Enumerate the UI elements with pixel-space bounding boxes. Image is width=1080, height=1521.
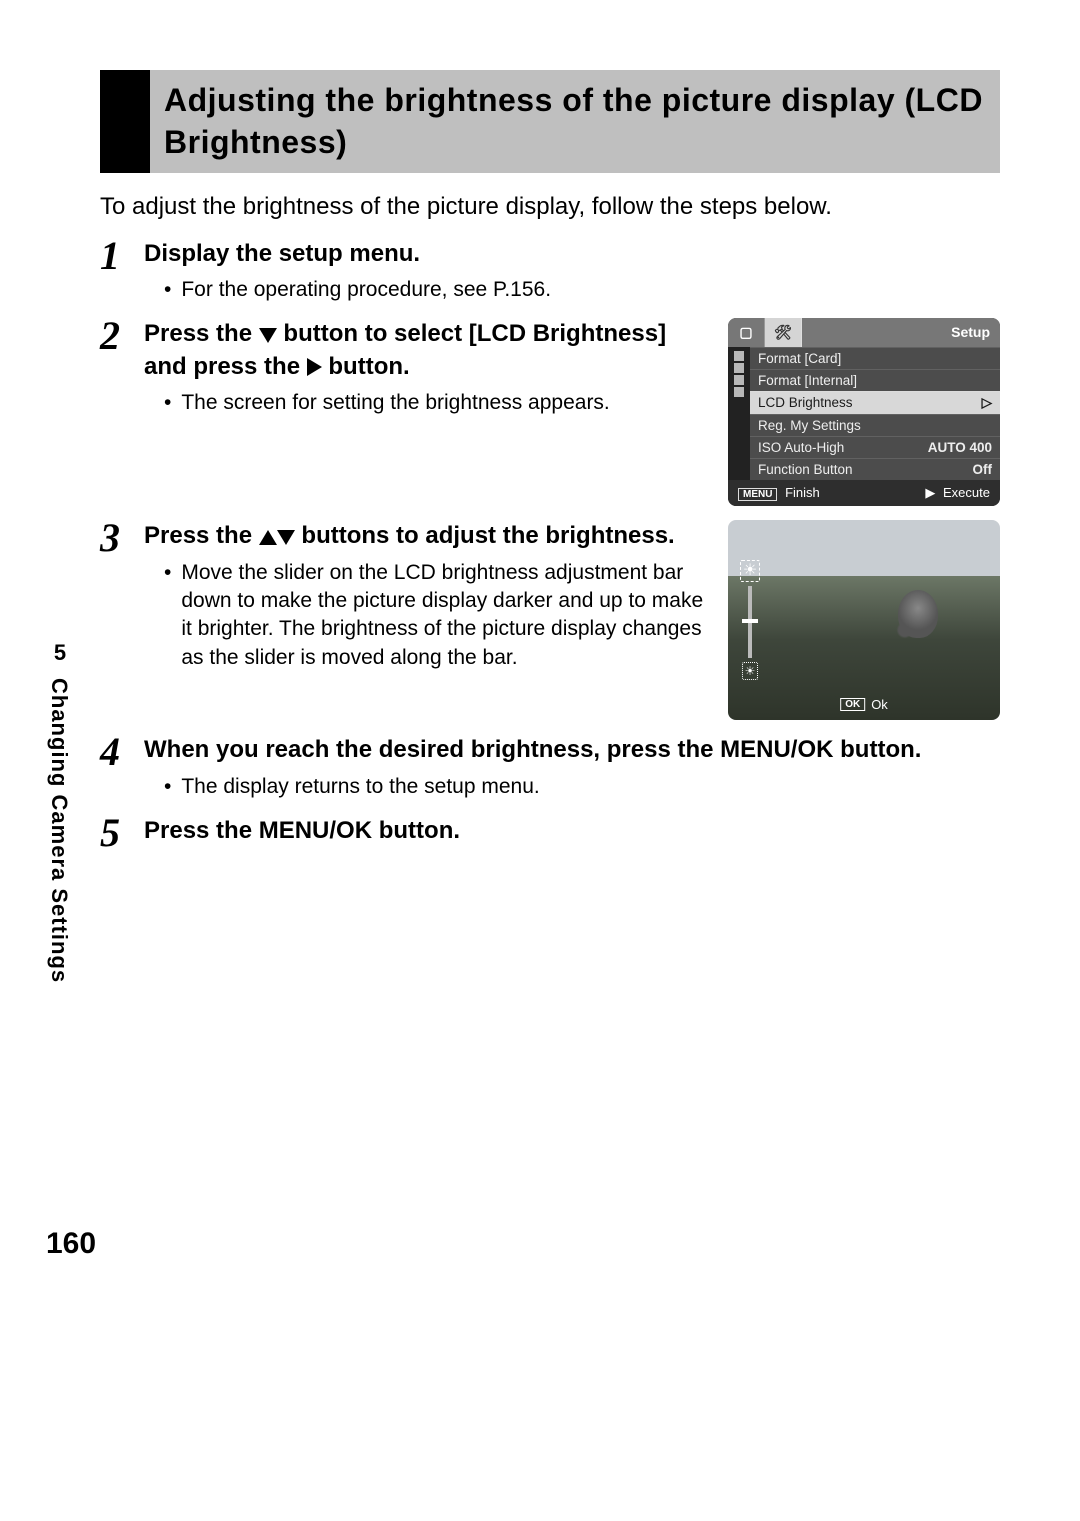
setup-tab-label: Setup (802, 318, 1000, 347)
right-icon (307, 358, 322, 376)
manual-page: 5 Changing Camera Settings 160 Adjusting… (0, 0, 1080, 1521)
header-black-bar (100, 70, 150, 173)
bullet-text: Move the slider on the LCD brightness ad… (181, 559, 706, 672)
bullet: Move the slider on the LCD brightness ad… (164, 559, 706, 672)
section-header: Adjusting the brightness of the picture … (100, 70, 1000, 173)
step-3: 3 Press the buttons to adjust the bright… (100, 520, 1000, 720)
row-label: Reg. My Settings (758, 418, 861, 433)
setup-tabs: ▢ 🛠 Setup (728, 318, 1000, 347)
down-icon (277, 530, 295, 545)
step-1: 1 Display the setup menu. For the operat… (100, 238, 1000, 305)
bullet-text: The display returns to the setup menu. (181, 773, 1000, 801)
setup-thumbs (728, 347, 750, 480)
down-icon (259, 328, 277, 343)
step-number: 3 (100, 518, 144, 558)
step-title-part: Press the (144, 320, 259, 347)
up-icon (259, 530, 277, 545)
sun-dim-icon: ☀ (742, 662, 759, 680)
chapter-title: Changing Camera Settings (46, 678, 72, 983)
row-value: Off (973, 462, 993, 477)
intro-text: To adjust the brightness of the picture … (100, 191, 1000, 223)
slider-track (748, 586, 752, 658)
step-number: 5 (100, 813, 144, 853)
setup-row: ISO Auto-High AUTO 400 (750, 436, 1000, 458)
side-tab: 5 Changing Camera Settings (46, 640, 74, 983)
page-number: 160 (46, 1227, 96, 1261)
step-title-part: buttons to adjust the brightness. (295, 522, 675, 549)
setup-footer: MENU Finish ▶ Execute (728, 480, 1000, 506)
execute-label: Execute (943, 485, 990, 500)
bullet: For the operating procedure, see P.156. (164, 276, 1000, 304)
step-title: Press the buttons to adjust the brightne… (144, 520, 706, 552)
play-icon: ▶ (925, 485, 935, 500)
bullet-text: For the operating procedure, see P.156. (181, 276, 1000, 304)
row-label: LCD Brightness (758, 395, 853, 411)
step-2: 2 Press the button to select [LCD Bright… (100, 318, 1000, 506)
row-label: Format [Card] (758, 351, 841, 366)
step-4: 4 When you reach the desired brightness,… (100, 734, 1000, 801)
bullet: The display returns to the setup menu. (164, 773, 1000, 801)
section-title: Adjusting the brightness of the picture … (150, 70, 1000, 173)
row-label: Format [Internal] (758, 373, 857, 388)
setup-row: Reg. My Settings (750, 414, 1000, 436)
step-title: When you reach the desired brightness, p… (144, 734, 1000, 766)
brightness-screenshot: ☀ ☀ OK Ok (728, 520, 1000, 720)
setup-row: Format [Card] (750, 347, 1000, 369)
step-5: 5 Press the MENU/OK button. (100, 815, 1000, 853)
menu-box-icon: MENU (738, 488, 777, 501)
step-title: Press the MENU/OK button. (144, 815, 1000, 847)
step-title-part: Press the (144, 522, 259, 549)
row-label: Function Button (758, 462, 853, 477)
setup-row: Function Button Off (750, 458, 1000, 480)
step-title: Press the button to select [LCD Brightne… (144, 318, 706, 383)
setup-row: Format [Internal] (750, 369, 1000, 391)
camera-tab-icon: ▢ (728, 318, 765, 347)
balloon-image (898, 590, 938, 638)
finish-label: Finish (785, 485, 820, 500)
ok-label: Ok (871, 697, 888, 712)
setup-menu-screenshot: ▢ 🛠 Setup Format [Card] (728, 318, 1000, 506)
step-number: 2 (100, 316, 144, 356)
step-number: 1 (100, 236, 144, 276)
row-value: AUTO 400 (928, 440, 992, 455)
tools-tab-icon: 🛠 (765, 318, 802, 347)
setup-row-selected: LCD Brightness ▷ (750, 391, 1000, 414)
steps: 1 Display the setup menu. For the operat… (100, 238, 1000, 853)
chapter-number: 5 (46, 640, 74, 666)
brightness-slider: ☀ ☀ (738, 560, 762, 680)
row-value: ▷ (982, 395, 992, 411)
setup-rows: Format [Card] Format [Internal] LCD Brig… (750, 347, 1000, 480)
sun-bright-icon: ☀ (740, 560, 760, 582)
row-label: ISO Auto-High (758, 440, 844, 455)
ok-hint: OK Ok (840, 697, 888, 712)
step-number: 4 (100, 732, 144, 772)
ok-box-icon: OK (840, 698, 865, 711)
bullet: The screen for setting the brightness ap… (164, 389, 706, 417)
step-title: Display the setup menu. (144, 238, 1000, 270)
bullet-text: The screen for setting the brightness ap… (181, 389, 706, 417)
step-title-part: button. (322, 353, 410, 380)
